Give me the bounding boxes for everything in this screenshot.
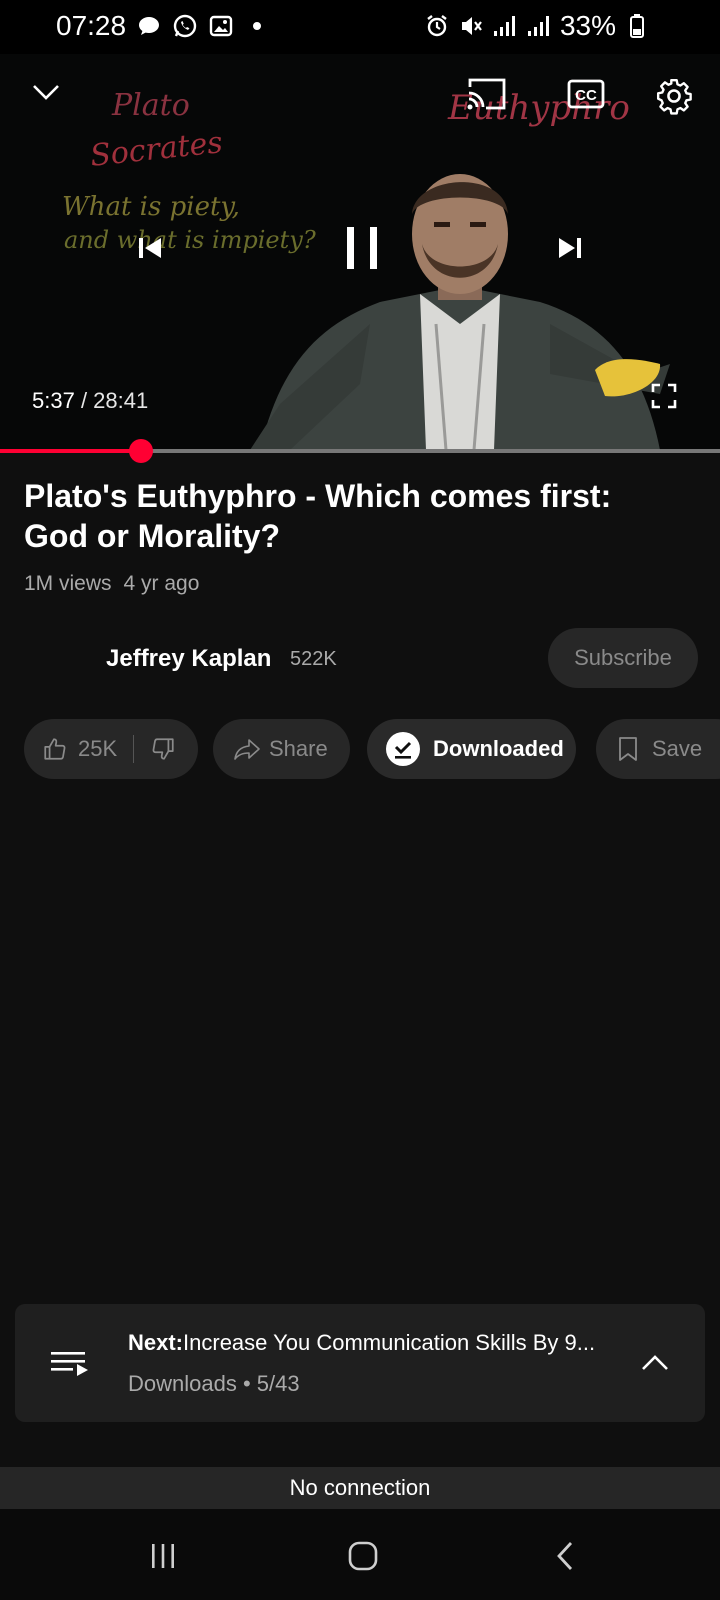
seek-bar[interactable] — [0, 439, 720, 463]
previous-icon — [137, 236, 163, 265]
channel-row[interactable]: Jeffrey Kaplan 522K Subscribe — [0, 628, 720, 688]
thumbs-up-icon — [42, 736, 68, 762]
playlist-icon — [51, 1350, 91, 1376]
share-label: Share — [269, 736, 328, 761]
up-next-video-title: Increase You Communication Skills By 9..… — [183, 1330, 596, 1355]
download-button[interactable]: Downloaded — [367, 719, 576, 779]
time-separator: / — [74, 388, 94, 413]
bookmark-icon — [618, 736, 638, 762]
video-duration: 28:41 — [93, 388, 149, 413]
expand-queue-button[interactable] — [635, 1348, 675, 1378]
battery-percent: 33% — [559, 10, 616, 41]
up-next-title: Next:Increase You Communication Skills B… — [128, 1330, 595, 1356]
dot-icon — [244, 13, 270, 39]
chevron-down-icon — [32, 83, 60, 106]
save-label: Save — [652, 736, 703, 761]
mute-icon — [458, 13, 484, 39]
pause-icon — [344, 225, 380, 276]
fullscreen-button[interactable] — [646, 380, 682, 416]
signal-icon — [492, 13, 518, 39]
system-nav-bar — [0, 1509, 720, 1600]
share-icon — [233, 737, 261, 761]
save-button[interactable]: Save — [596, 719, 720, 779]
back-icon — [555, 1540, 575, 1572]
like-dislike-group: 25K — [24, 719, 198, 779]
captions-button[interactable]: CC — [562, 72, 610, 120]
previous-button[interactable] — [122, 222, 178, 278]
seek-bar-handle[interactable] — [129, 439, 154, 463]
battery-icon — [624, 13, 650, 39]
playlist-position: 5/43 — [256, 1371, 300, 1396]
subscriber-count: 522K — [290, 648, 337, 670]
seek-bar-played — [0, 449, 142, 453]
thumbs-down-icon — [150, 736, 176, 762]
fullscreen-icon — [651, 383, 677, 414]
video-meta[interactable]: 1M views 4 yr ago — [24, 572, 199, 596]
share-button[interactable]: Share — [213, 719, 350, 779]
signal-icon — [526, 13, 552, 39]
status-time: 07:28 — [56, 10, 127, 41]
recents-button[interactable] — [136, 1529, 190, 1583]
minimize-button[interactable] — [26, 74, 66, 114]
playlist-name: Downloads — [128, 1371, 237, 1396]
download-label: Downloaded — [433, 736, 564, 761]
view-count: 1M views — [24, 572, 112, 595]
time-readout: 5:37 / 28:41 — [32, 388, 148, 414]
whatsapp-icon — [172, 13, 198, 39]
settings-button[interactable] — [650, 74, 698, 122]
home-button[interactable] — [336, 1529, 390, 1583]
next-icon — [557, 236, 583, 265]
alarm-icon — [424, 13, 450, 39]
cast-button[interactable] — [462, 72, 510, 120]
channel-name[interactable]: Jeffrey Kaplan — [106, 645, 271, 673]
status-bar: 07:28 33% — [0, 0, 720, 54]
up-next-card[interactable]: Next:Increase You Communication Skills B… — [15, 1304, 705, 1422]
upload-age: 4 yr ago — [123, 572, 200, 595]
cc-icon: CC — [566, 78, 606, 115]
cast-icon — [466, 77, 506, 116]
board-text-plato: Plato — [112, 88, 190, 123]
board-text-socrates: Socrates — [88, 125, 225, 174]
subscribe-button[interactable]: Subscribe — [548, 628, 698, 688]
home-icon — [347, 1540, 379, 1572]
video-title[interactable]: Plato's Euthyphro - Which comes first: G… — [24, 476, 684, 556]
presenter-image — [250, 174, 670, 450]
play-pause-button[interactable] — [326, 214, 398, 286]
chevron-up-icon — [641, 1354, 669, 1372]
gallery-icon — [208, 13, 234, 39]
no-connection-banner: No connection — [0, 1467, 720, 1509]
playlist-separator: • — [236, 1371, 257, 1396]
next-button[interactable] — [542, 222, 598, 278]
gear-icon — [655, 77, 693, 120]
like-count: 25K — [78, 736, 118, 761]
board-text-question-1: What is piety, — [62, 192, 240, 222]
chat-bubble-icon — [136, 13, 162, 39]
action-bar: 25K Share Downloaded Save — [24, 719, 720, 779]
back-button[interactable] — [538, 1529, 592, 1583]
like-button[interactable]: 25K — [24, 719, 117, 779]
up-next-prefix: Next: — [128, 1330, 184, 1355]
current-time: 5:37 — [32, 388, 75, 413]
dislike-button[interactable] — [134, 719, 176, 779]
video-player[interactable]: Plato Socrates What is piety, and what i… — [0, 54, 720, 450]
svg-text:CC: CC — [575, 87, 597, 104]
download-done-icon — [385, 731, 421, 767]
up-next-playlist: Downloads • 5/43 — [128, 1371, 300, 1397]
recents-icon — [149, 1542, 177, 1570]
